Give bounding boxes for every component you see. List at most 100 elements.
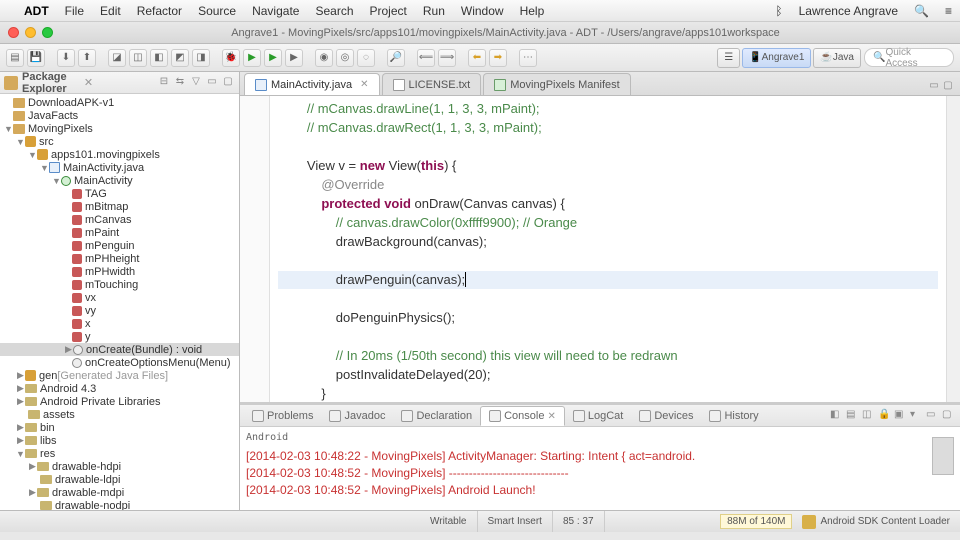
code-editor[interactable]: // mCanvas.drawLine(1, 1, 3, 3, mPaint);… [240, 96, 960, 402]
drawable-nodpi[interactable]: drawable-nodpi [55, 500, 130, 511]
forward-button[interactable]: ➡ [489, 49, 507, 67]
link-editor-button[interactable]: ⇆ [173, 76, 187, 90]
menu-search[interactable]: Search [315, 4, 353, 18]
field-vx[interactable]: vx [85, 292, 96, 304]
field-y[interactable]: y [85, 331, 91, 343]
field-vy[interactable]: vy [85, 305, 96, 317]
new-package-button[interactable]: ◉ [315, 49, 333, 67]
android-lib[interactable]: Android 4.3 [40, 383, 96, 395]
tab-license[interactable]: LICENSE.txt [382, 73, 482, 95]
bin-folder[interactable]: bin [40, 422, 55, 434]
new-button[interactable]: ▤ [6, 49, 24, 67]
field-paint[interactable]: mPaint [85, 227, 119, 239]
assets-folder[interactable]: assets [43, 409, 75, 421]
tab-mainactivity[interactable]: MainActivity.java✕ [244, 73, 380, 95]
field-x[interactable]: x [85, 318, 91, 330]
drawable-hdpi[interactable]: drawable-hdpi [52, 461, 121, 473]
project-movingpixels[interactable]: MovingPixels [28, 123, 93, 135]
drawable-mdpi[interactable]: drawable-mdpi [52, 487, 124, 499]
field-pheight[interactable]: mPHheight [85, 253, 139, 265]
class-node[interactable]: MainActivity [74, 175, 133, 187]
field-penguin[interactable]: mPenguin [85, 240, 135, 252]
res-folder[interactable]: res [40, 448, 55, 460]
new-folder-button[interactable]: ◌ [357, 49, 375, 67]
close-tab-icon[interactable]: ✕ [360, 79, 368, 90]
menu-source[interactable]: Source [198, 4, 236, 18]
console-open-button[interactable]: ▣ [894, 409, 908, 423]
console-clear-button[interactable]: ◫ [862, 409, 876, 423]
app-name[interactable]: ADT [24, 4, 49, 18]
new-project-button[interactable]: ◫ [129, 49, 147, 67]
console-scrollbar[interactable] [932, 437, 954, 475]
field-tag[interactable]: TAG [85, 188, 107, 200]
java-file-node[interactable]: MainActivity.java [63, 162, 144, 174]
method-oncreate[interactable]: onCreate(Bundle) : void [86, 344, 202, 356]
code-content[interactable]: // mCanvas.drawLine(1, 1, 3, 3, mPaint);… [270, 96, 946, 402]
window-minimize-button[interactable] [25, 27, 36, 38]
gen-folder[interactable]: gen [39, 370, 57, 382]
run-last-button[interactable]: ▶ [264, 49, 282, 67]
console-pin-button[interactable]: ◧ [830, 409, 844, 423]
package-tree[interactable]: DownloadAPK-v1 JavaFacts ▼MovingPixels ▼… [0, 94, 239, 510]
menu-help[interactable]: Help [520, 4, 545, 18]
maximize-editor-button[interactable]: ▢ [942, 80, 954, 92]
tab-devices[interactable]: Devices [631, 406, 701, 426]
trash-heap-icon[interactable] [802, 515, 816, 529]
field-canvas[interactable]: mCanvas [85, 214, 131, 226]
run-button[interactable]: ▶ [243, 49, 261, 67]
method-oncreateopt[interactable]: onCreateOptionsMenu(Menu) [85, 357, 231, 369]
vertical-scrollbar[interactable] [946, 96, 960, 402]
menu-file[interactable]: File [65, 4, 84, 18]
menu-window[interactable]: Window [461, 4, 504, 18]
window-close-button[interactable] [8, 27, 19, 38]
menu-extras-icon[interactable]: ≡ [945, 4, 952, 18]
back-button[interactable]: ⬅ [468, 49, 486, 67]
save-button[interactable]: 💾 [27, 49, 45, 67]
user-name[interactable]: Lawrence Angrave [799, 4, 898, 18]
field-pwidth[interactable]: mPHwidth [85, 266, 135, 278]
src-folder[interactable]: src [39, 136, 54, 148]
perspective-angrave1[interactable]: 📱Angrave1 [742, 48, 811, 68]
console-scroll-lock-button[interactable]: 🔒 [878, 409, 892, 423]
menu-edit[interactable]: Edit [100, 4, 121, 18]
debug-button[interactable]: 🐞 [222, 49, 240, 67]
tab-console[interactable]: Console ✕ [480, 406, 565, 426]
collapse-icon[interactable]: ▼ [4, 124, 13, 134]
console-dropdown-button[interactable]: ▾ [910, 409, 924, 423]
minimize-view-button[interactable]: ▭ [205, 76, 219, 90]
drawable-ldpi[interactable]: drawable-ldpi [55, 474, 120, 486]
open-perspective-button[interactable]: ☰ [717, 48, 740, 68]
view-menu-button[interactable]: ▽ [189, 76, 203, 90]
tab-history[interactable]: History [701, 406, 766, 426]
tab-declaration[interactable]: Declaration [393, 406, 480, 426]
console-body[interactable]: Android [2014-02-03 10:48:22 - MovingPix… [240, 427, 960, 510]
avd-manager-button[interactable]: ⬆ [78, 49, 96, 67]
sdk-manager-button[interactable]: ⬇ [57, 49, 75, 67]
field-touching[interactable]: mTouching [85, 279, 138, 291]
tab-problems[interactable]: Problems [244, 406, 321, 426]
project-downloadapk[interactable]: DownloadAPK-v1 [28, 97, 114, 109]
new-xml-button[interactable]: ◧ [150, 49, 168, 67]
prev-annotation-button[interactable]: ⟸ [417, 49, 435, 67]
menu-navigate[interactable]: Navigate [252, 4, 299, 18]
maximize-panel-button[interactable]: ▢ [942, 409, 956, 423]
close-icon[interactable]: ✕ [547, 411, 555, 422]
new-class-button[interactable]: ◎ [336, 49, 354, 67]
window-zoom-button[interactable] [42, 27, 53, 38]
field-bitmap[interactable]: mBitmap [85, 201, 128, 213]
toolbar-btn-b[interactable]: ◨ [192, 49, 210, 67]
search-button[interactable]: 🔎 [387, 49, 405, 67]
menu-project[interactable]: Project [370, 4, 407, 18]
private-lib[interactable]: Android Private Libraries [40, 396, 160, 408]
menu-refactor[interactable]: Refactor [137, 4, 182, 18]
toolbar-more[interactable]: ⋯ [519, 49, 537, 67]
maximize-view-button[interactable]: ▢ [221, 76, 235, 90]
minimize-panel-button[interactable]: ▭ [926, 409, 940, 423]
tab-logcat[interactable]: LogCat [565, 406, 631, 426]
editor-gutter[interactable] [240, 96, 270, 402]
minimize-editor-button[interactable]: ▭ [928, 80, 940, 92]
libs-folder[interactable]: libs [40, 435, 57, 447]
quick-access-input[interactable]: 🔍 Quick Access [864, 48, 954, 67]
tab-manifest[interactable]: MovingPixels Manifest [483, 73, 630, 95]
project-javafacts[interactable]: JavaFacts [28, 110, 78, 122]
